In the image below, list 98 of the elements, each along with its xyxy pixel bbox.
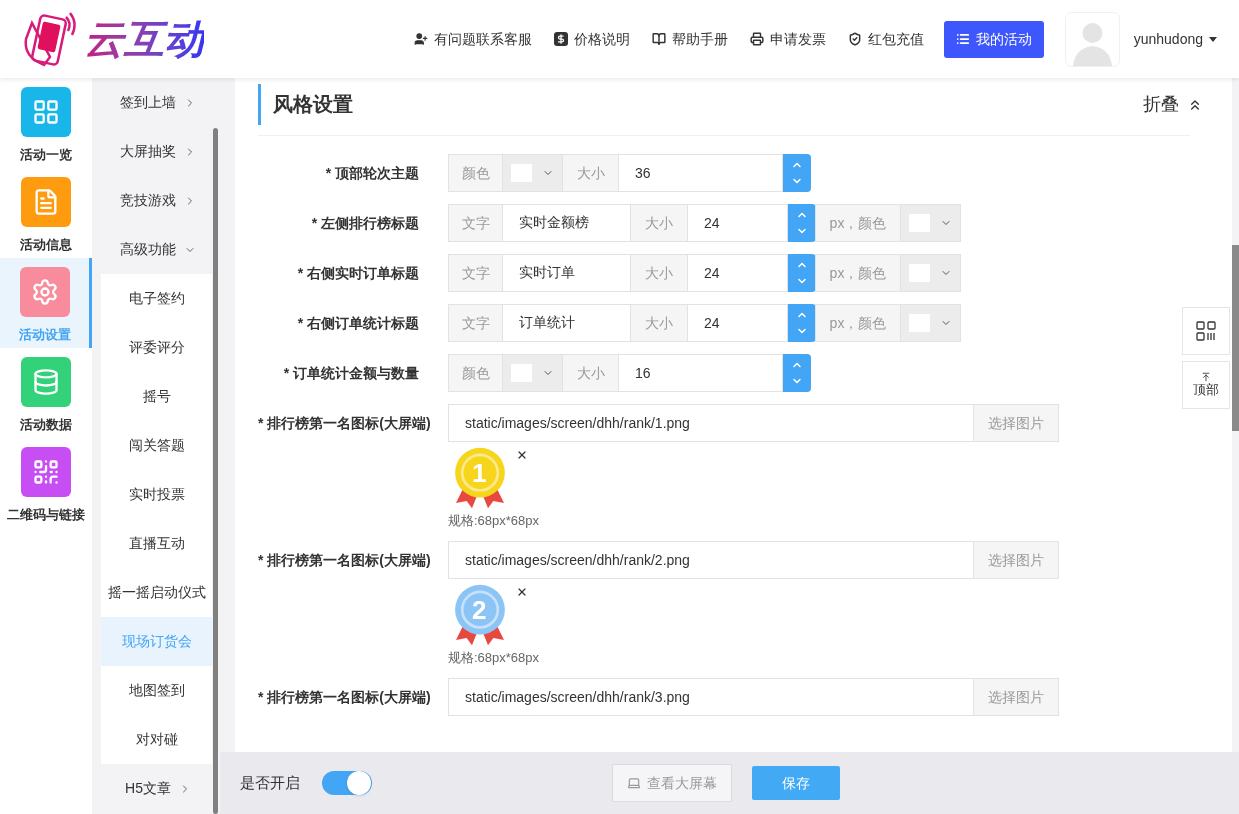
input-addon: 颜色 [448, 154, 503, 192]
color-picker[interactable] [502, 154, 563, 192]
submenu-subitem[interactable]: 摇号 [101, 372, 212, 421]
submenu-item[interactable]: 高级功能 [92, 225, 212, 274]
size-input[interactable]: 24 [687, 204, 788, 242]
header-link[interactable]: 红包充值 [847, 28, 924, 50]
page-scrollbar[interactable] [1232, 245, 1239, 431]
qr-icon [1196, 321, 1216, 341]
remove-icon[interactable] [516, 449, 528, 461]
scrollbar[interactable] [213, 128, 218, 814]
number-spinner[interactable] [788, 204, 816, 242]
submenu-subitem[interactable]: 评委评分 [101, 323, 212, 372]
path-input[interactable]: static/images/screen/dhh/rank/2.png [448, 541, 974, 579]
text-input[interactable]: 实时订单 [502, 254, 631, 292]
nav-label: 活动设置 [18, 326, 71, 344]
caret-icon [1209, 36, 1217, 42]
size-hint: 规格:68px*68px [448, 513, 541, 529]
size-hint: 规格:68px*68px [448, 650, 541, 666]
input-addon: 颜色 [448, 354, 503, 392]
arrow-up-icon [1201, 371, 1211, 382]
qr-shortcut-button[interactable] [1182, 307, 1230, 355]
medal-number: 1 [472, 457, 487, 489]
printer-icon [749, 32, 764, 46]
back-to-top-button[interactable]: 顶部 [1182, 361, 1230, 409]
my-activities-button[interactable]: 我的活动 [943, 20, 1044, 58]
laptop-icon [627, 776, 641, 790]
toggle-switch[interactable] [322, 771, 372, 795]
avatar-icon[interactable] [1064, 11, 1120, 67]
field-label: * 排行榜第一名图标(大屏端) [258, 414, 432, 433]
collapse-button[interactable]: 折叠 [1143, 91, 1203, 118]
user-plus-icon [413, 32, 428, 46]
nav-item[interactable]: 活动信息 [0, 168, 92, 258]
submenu-subitem[interactable]: 地图签到 [101, 666, 212, 715]
input-addon: 文字 [448, 304, 503, 342]
nav-label: 二维码与链接 [7, 506, 85, 524]
path-input[interactable]: static/images/screen/dhh/rank/3.png [448, 678, 974, 716]
input-addon: 大小 [562, 154, 619, 192]
input-addon: px，颜色 [815, 254, 901, 292]
submenu-subitem[interactable]: 对对碰 [101, 715, 212, 764]
remove-icon[interactable] [516, 586, 528, 598]
color-picker[interactable] [502, 354, 563, 392]
submenu-subitem[interactable]: 电子签约 [101, 274, 212, 323]
submenu-subitem[interactable]: 闯关答题 [101, 421, 212, 470]
input-addon: 文字 [448, 254, 503, 292]
nav-label: 活动信息 [20, 236, 72, 254]
path-input[interactable]: static/images/screen/dhh/rank/1.png [448, 404, 974, 442]
submenu-subitem[interactable]: 摇一摇启动仪式 [101, 568, 212, 617]
field-label: * 排行榜第一名图标(大屏端) [258, 688, 432, 707]
field-label: * 左侧排行榜标题 [310, 214, 420, 233]
dollar-icon [553, 32, 568, 46]
field-label: * 右侧订单统计标题 [296, 314, 420, 333]
number-spinner[interactable] [788, 304, 816, 342]
field-label: * 右侧实时订单标题 [296, 264, 420, 283]
field-label: * 排行榜第一名图标(大屏端) [258, 551, 432, 570]
input-addon: 大小 [630, 204, 688, 242]
text-input[interactable]: 实时金额榜 [502, 204, 631, 242]
field-label: * 顶部轮次主题 [324, 164, 420, 183]
text-input[interactable]: 订单统计 [502, 304, 631, 342]
size-input[interactable]: 16 [618, 354, 783, 392]
submenu-item[interactable]: H5文章 [92, 764, 212, 813]
number-spinner[interactable] [783, 154, 811, 192]
book-icon [651, 32, 666, 46]
color-picker[interactable] [900, 304, 961, 342]
shield-icon [847, 32, 862, 46]
submenu-subitem[interactable]: 直播互动 [101, 519, 212, 568]
header-link[interactable]: 帮助手册 [651, 28, 728, 50]
header-link[interactable]: 申请发票 [749, 28, 826, 50]
toggle-label: 是否开启 [240, 772, 300, 793]
submenu-item[interactable]: 竞技游戏 [92, 176, 212, 225]
nav-item[interactable]: 二维码与链接 [0, 438, 92, 528]
list-icon [955, 32, 970, 46]
nav-label: 活动一览 [20, 146, 72, 164]
input-addon: 大小 [630, 304, 688, 342]
size-input[interactable]: 36 [618, 154, 783, 192]
input-addon: 大小 [630, 254, 688, 292]
user-menu[interactable]: yunhudong [1133, 28, 1217, 50]
medal-number: 2 [472, 594, 487, 626]
nav-item[interactable]: 活动一览 [0, 78, 92, 168]
field-label: * 订单统计金额与数量 [282, 364, 420, 383]
submenu-item[interactable]: 签到上墙 [92, 78, 212, 127]
color-picker[interactable] [900, 204, 961, 242]
submenu-subitem[interactable]: 实时投票 [101, 470, 212, 519]
header-link[interactable]: 价格说明 [553, 28, 630, 50]
nav-item[interactable]: 活动数据 [0, 348, 92, 438]
submenu-item[interactable]: 大屏抽奖 [92, 127, 212, 176]
header-link[interactable]: 有问题联系客服 [413, 28, 532, 50]
size-input[interactable]: 24 [687, 304, 788, 342]
nav-label: 活动数据 [20, 416, 72, 434]
input-addon: px，颜色 [815, 204, 901, 242]
color-picker[interactable] [900, 254, 961, 292]
number-spinner[interactable] [783, 354, 811, 392]
input-addon: px，颜色 [815, 304, 901, 342]
logo-text: 云互动 [84, 19, 204, 59]
input-addon: 大小 [562, 354, 619, 392]
section-title: 风格设置 [258, 84, 353, 125]
input-addon: 文字 [448, 204, 503, 242]
number-spinner[interactable] [788, 254, 816, 292]
size-input[interactable]: 24 [687, 254, 788, 292]
